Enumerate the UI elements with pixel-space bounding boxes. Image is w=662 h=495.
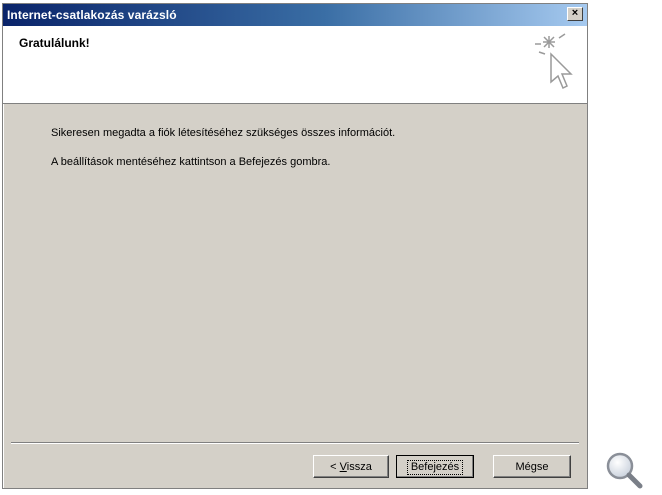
- back-button[interactable]: < Vissza: [313, 455, 389, 478]
- close-button[interactable]: ×: [567, 7, 583, 21]
- magnifier-icon[interactable]: [604, 450, 644, 490]
- back-mnemonic: V: [339, 460, 347, 473]
- title-bar[interactable]: Internet-csatlakozás varázsló ×: [3, 4, 587, 26]
- window-title: Internet-csatlakozás varázsló: [7, 8, 177, 22]
- back-label: issza: [346, 460, 372, 473]
- finish-label: Befejezés: [406, 459, 464, 475]
- close-icon: ×: [571, 7, 579, 19]
- finish-button[interactable]: Befejezés: [396, 455, 474, 478]
- button-separator: [11, 442, 579, 444]
- info-text-line1: Sikeresen megadta a fiók létesítéséhez s…: [51, 127, 396, 139]
- info-text-line2: A beállítások mentéséhez kattintson a Be…: [51, 156, 331, 168]
- wizard-header: Gratulálunk!: [3, 26, 587, 104]
- cancel-label: Mégse: [515, 460, 549, 473]
- cancel-button[interactable]: Mégse: [493, 455, 571, 478]
- header-title: Gratulálunk!: [19, 36, 90, 50]
- back-prefix: <: [330, 460, 340, 473]
- wizard-cursor-sparkle-icon: [535, 33, 573, 90]
- wizard-window: Internet-csatlakozás varázsló × Gratulál…: [2, 3, 588, 489]
